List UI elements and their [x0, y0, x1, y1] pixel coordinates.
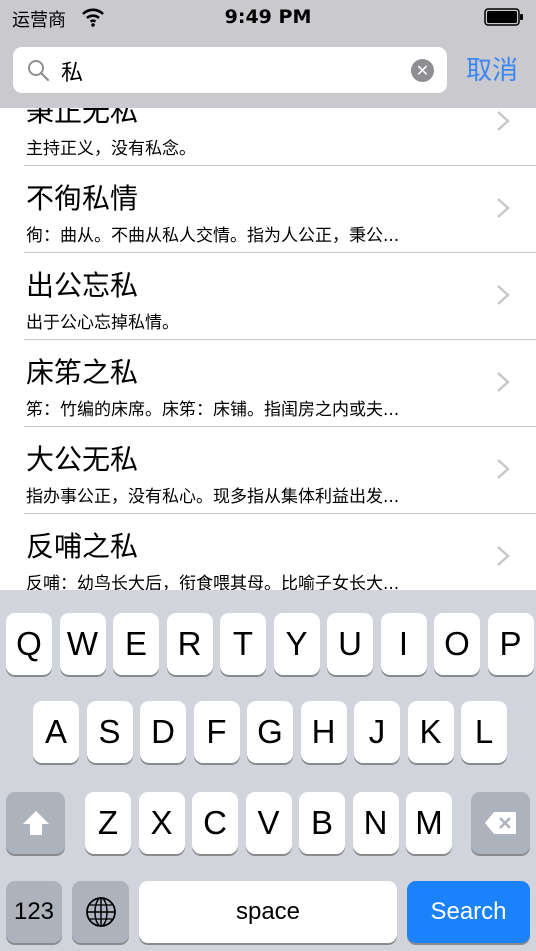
key-t[interactable]: T: [220, 613, 266, 675]
key-z[interactable]: Z: [85, 792, 131, 854]
backspace-icon: [484, 812, 516, 834]
idiom-description: 徇：曲从。不曲从私人交情。指为人公正，秉公...: [26, 226, 400, 246]
idiom-description: 反哺：幼鸟长大后，衔食喂其母。比喻子女长大...: [26, 574, 400, 590]
list-item[interactable]: 出公忘私 出于公心忘掉私情。: [0, 254, 536, 340]
globe-icon: [85, 897, 116, 927]
battery-icon: [484, 8, 523, 26]
row-divider: [24, 252, 536, 253]
key-i[interactable]: I: [380, 613, 427, 675]
key-w[interactable]: W: [59, 613, 106, 675]
key-m[interactable]: M: [406, 792, 452, 854]
key-g[interactable]: G: [247, 701, 293, 763]
chevron-right-icon: [497, 459, 510, 479]
key-e[interactable]: E: [113, 613, 159, 675]
shift-key[interactable]: [6, 792, 65, 854]
clock: 9:49 PM: [224, 6, 312, 28]
delete-key[interactable]: [471, 792, 530, 854]
key-d[interactable]: D: [140, 701, 186, 763]
key-f[interactable]: F: [193, 701, 240, 763]
search-query-text[interactable]: 私: [61, 55, 83, 87]
row-divider: [24, 339, 536, 340]
key-s[interactable]: S: [86, 701, 133, 763]
chevron-right-icon: [497, 198, 510, 218]
idiom-description: 主持正义，没有私念。: [26, 139, 196, 159]
list-item[interactable]: 反哺之私 反哺：幼鸟长大后，衔食喂其母。比喻子女长大...: [0, 515, 536, 590]
idiom-description: 出于公心忘掉私情。: [26, 313, 179, 333]
row-divider: [24, 426, 536, 427]
chevron-right-icon: [497, 111, 510, 131]
key-r[interactable]: R: [166, 613, 213, 675]
idiom-description: 笫：竹编的床席。床笫：床铺。指闺房之内或夫...: [26, 400, 400, 420]
idiom-description: 指办事公正，没有私心。现多指从集体利益出发...: [26, 487, 400, 507]
key-c[interactable]: C: [192, 792, 238, 854]
numbers-key[interactable]: 123: [6, 881, 62, 943]
chevron-right-icon: [497, 285, 510, 305]
search-key[interactable]: Search: [407, 881, 530, 943]
key-o[interactable]: O: [434, 613, 480, 675]
key-j[interactable]: J: [354, 701, 400, 763]
cancel-button[interactable]: 取消: [466, 50, 518, 87]
search-icon: [28, 60, 50, 82]
key-v[interactable]: V: [245, 792, 292, 854]
row-divider: [24, 165, 536, 166]
list-item[interactable]: 秉正无私 主持正义，没有私念。: [0, 108, 536, 166]
results-list[interactable]: 秉正无私 主持正义，没有私念。 不徇私情 徇：曲从。不曲从私人交情。指为人公正，…: [0, 108, 536, 590]
idiom-title: 床笫之私: [26, 356, 139, 389]
row-divider: [24, 513, 536, 514]
chevron-right-icon: [497, 546, 510, 566]
idiom-title: 不徇私情: [26, 182, 139, 215]
search-input[interactable]: 私 ✕: [13, 47, 447, 93]
list-item[interactable]: 不徇私情 徇：曲从。不曲从私人交情。指为人公正，秉公...: [0, 167, 536, 253]
shift-arrow-icon: [22, 811, 49, 835]
key-q[interactable]: Q: [6, 613, 52, 675]
key-u[interactable]: U: [327, 613, 373, 675]
chevron-right-icon: [497, 372, 510, 392]
key-p[interactable]: P: [487, 613, 534, 675]
key-a[interactable]: A: [33, 701, 79, 763]
status-bar: 运营商 9:49 PM: [0, 0, 536, 36]
key-x[interactable]: X: [138, 792, 185, 854]
key-y[interactable]: Y: [273, 613, 320, 675]
idiom-title: 秉正无私: [26, 108, 139, 128]
list-item[interactable]: 大公无私 指办事公正，没有私心。现多指从集体利益出发...: [0, 428, 536, 514]
globe-key[interactable]: [72, 881, 129, 943]
idiom-title: 反哺之私: [26, 530, 139, 563]
key-h[interactable]: H: [300, 701, 347, 763]
key-l[interactable]: L: [461, 701, 507, 763]
idiom-title: 大公无私: [26, 443, 139, 476]
key-n[interactable]: N: [352, 792, 399, 854]
search-bar: 私 ✕ 取消: [0, 36, 536, 109]
key-b[interactable]: B: [299, 792, 345, 854]
keyboard: QWERTYUIOP ASDFGHJKL ZXCVBNM 123 space S…: [0, 590, 536, 951]
list-item[interactable]: 床笫之私 笫：竹编的床席。床笫：床铺。指闺房之内或夫...: [0, 341, 536, 427]
idiom-title: 出公忘私: [26, 269, 139, 302]
space-key[interactable]: space: [139, 881, 397, 943]
clear-text-icon[interactable]: ✕: [411, 59, 434, 82]
key-k[interactable]: K: [407, 701, 454, 763]
